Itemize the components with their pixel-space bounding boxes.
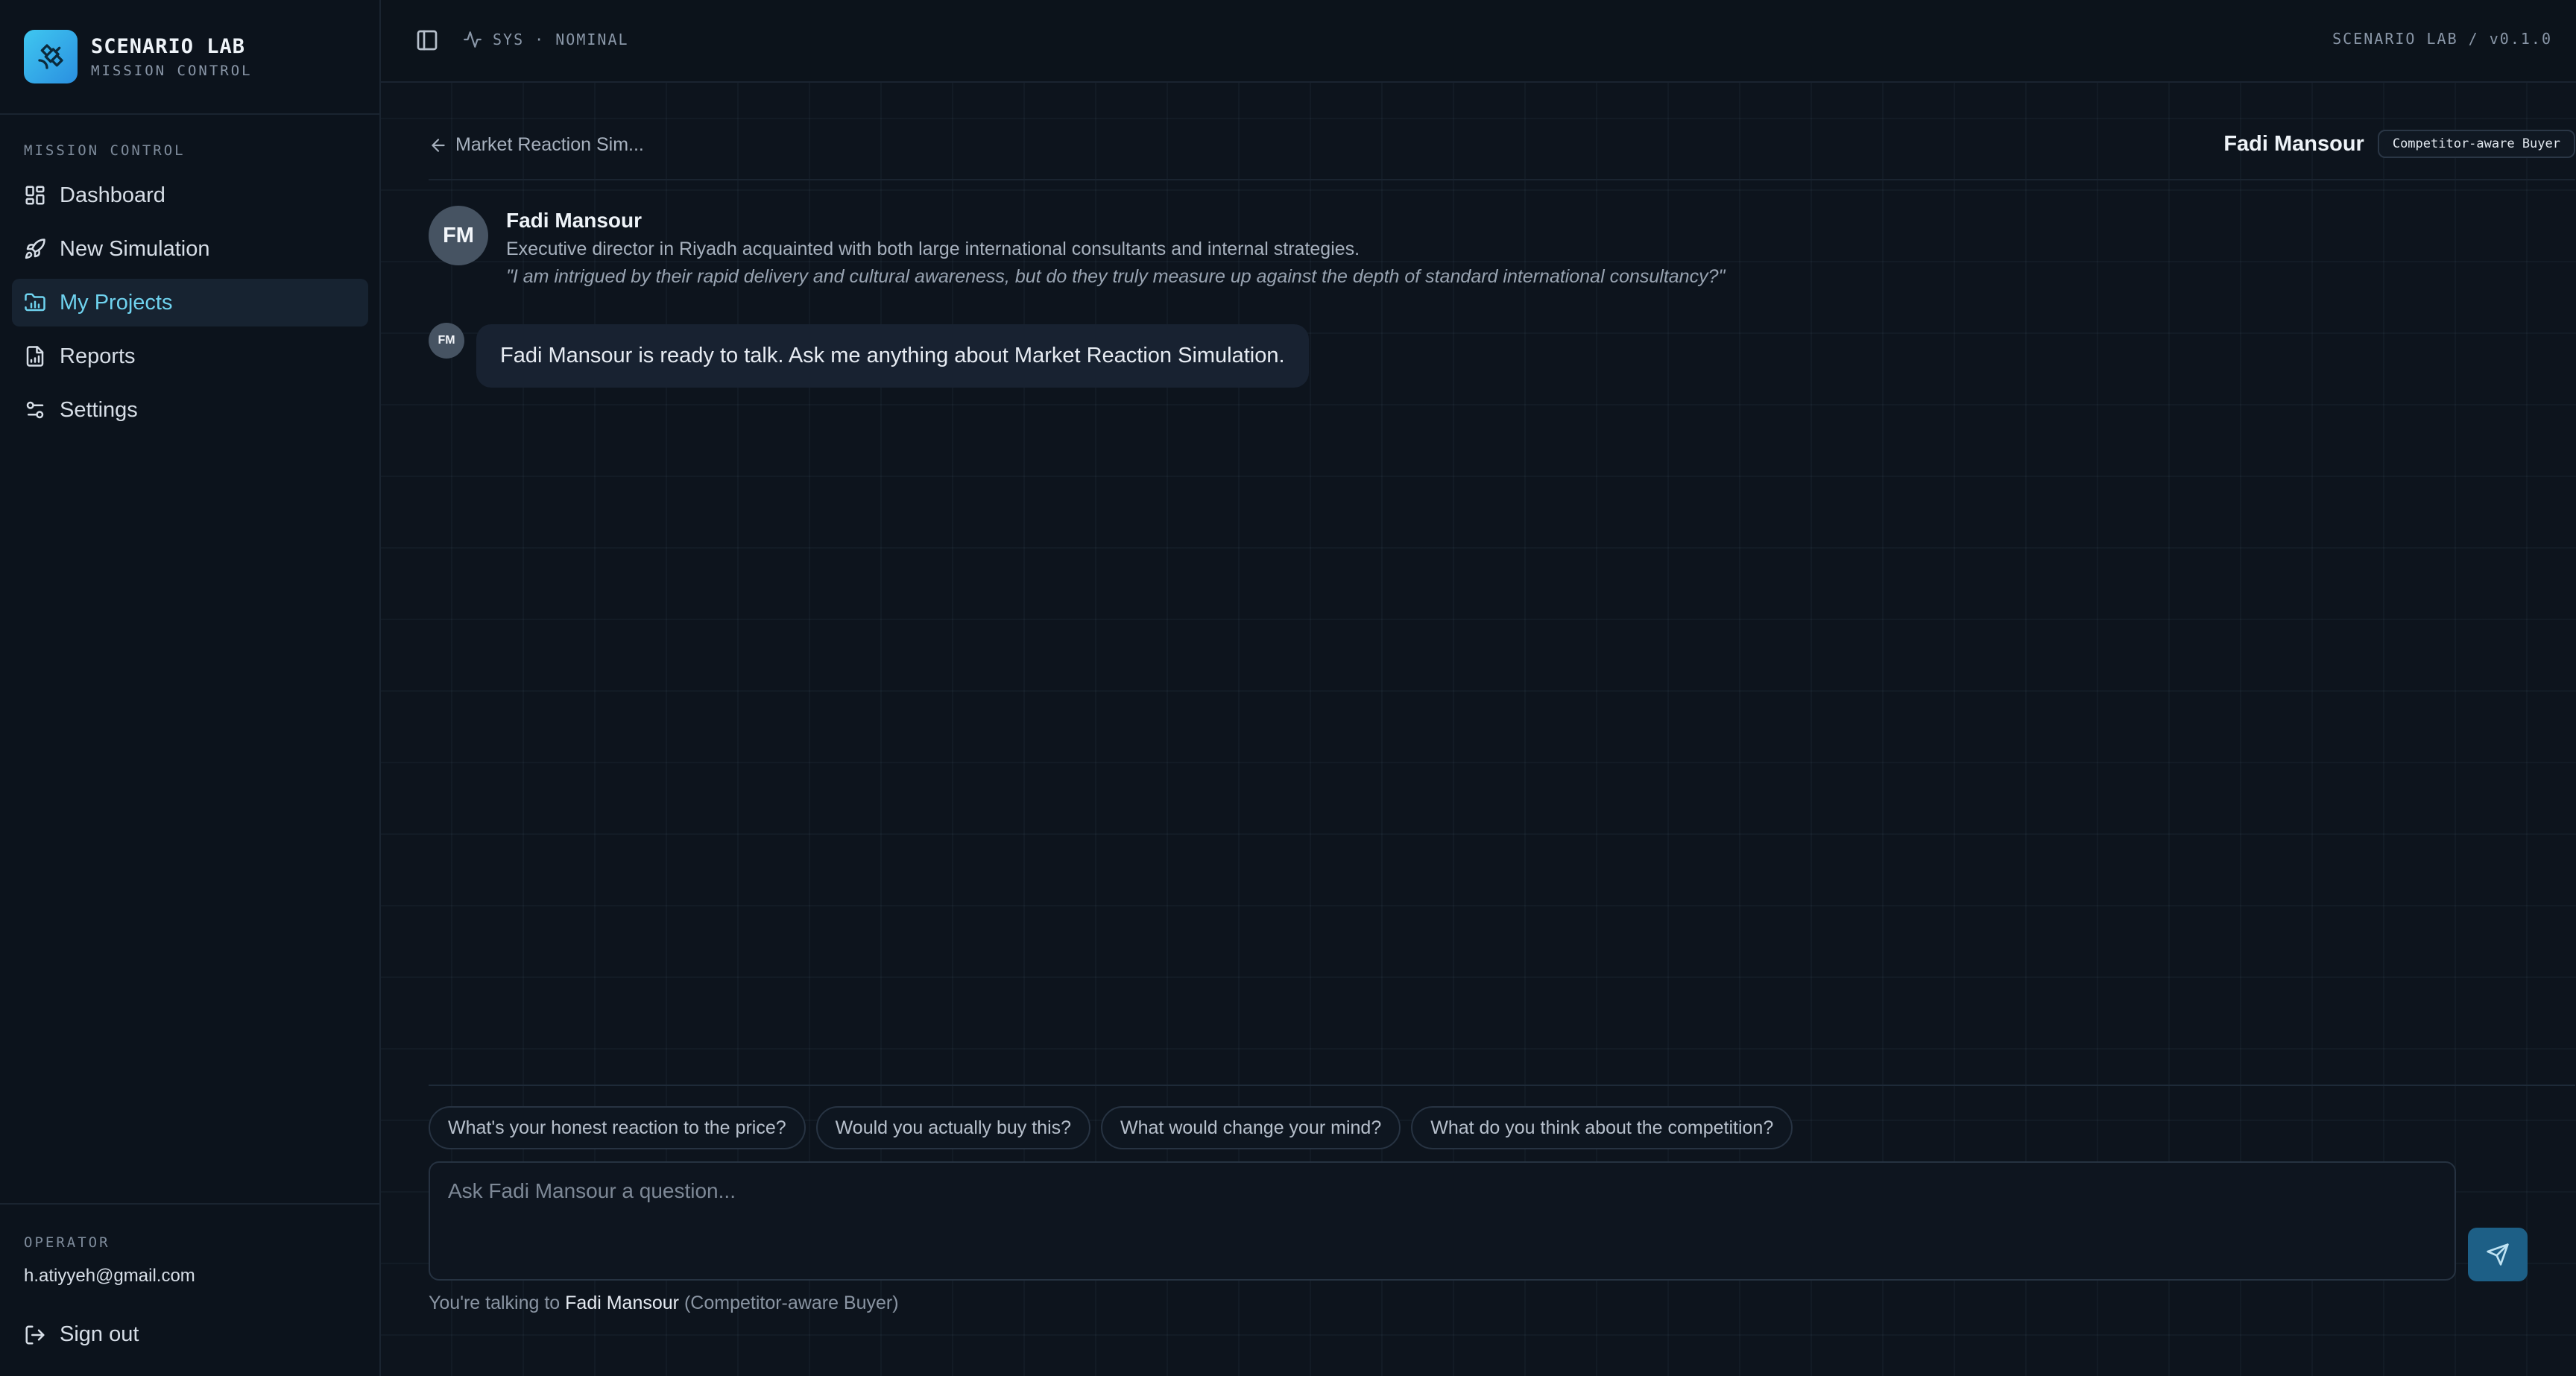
send-icon [2487,1243,2509,1266]
main-panel: SYS · NOMINAL SCENARIO LAB / v0.1.0 Mark… [381,0,2576,1376]
report-icon [26,346,44,367]
sidebar-item-label: Reports [60,344,136,368]
sign-out-button[interactable]: Sign out [24,1322,139,1347]
question-input[interactable] [429,1161,2456,1281]
brand-subtitle: MISSION CONTROL [91,62,253,79]
operator-email: h.atiyyeh@gmail.com [24,1266,195,1286]
talking-to-note: You're talking to Fadi Mansour (Competit… [429,1293,899,1314]
sidebar-item-label: Dashboard [60,183,165,207]
footnote-persona-role: (Competitor-aware Buyer) [679,1293,899,1313]
suggestion-chip[interactable]: Would you actually buy this? [815,1106,1091,1149]
operator-label: OPERATOR [24,1234,110,1251]
persona-type-badge: Competitor-aware Buyer [2377,130,2575,158]
suggestion-chip[interactable]: What do you think about the competition? [1411,1106,1793,1149]
composer-divider [429,1085,2575,1086]
brand-name: SCENARIO LAB [91,34,246,58]
sidebar-item-new-simulation[interactable]: New Simulation [12,225,368,273]
suggestion-chip[interactable]: What's your honest reaction to the price… [429,1106,806,1149]
back-to-simulation-link[interactable]: Market Reaction Sim... [429,134,644,156]
sidebar-item-settings[interactable]: Settings [12,386,368,434]
sign-out-label: Sign out [60,1322,139,1346]
suggested-questions: What's your honest reaction to the price… [429,1106,1803,1149]
footnote-prefix: You're talking to [429,1293,566,1313]
dashboard-icon [25,186,45,205]
app-root: SCENARIO LAB MISSION CONTROL MISSION CON… [0,0,2576,1376]
profile-name: Fadi Mansour [506,209,643,232]
sidebar-item-label: My Projects [60,290,173,315]
sliders-icon [26,401,44,419]
suggestion-chip[interactable]: What would change your mind? [1101,1106,1401,1149]
sidebar-nav: Dashboard New Simulation My Projects Rep… [12,171,368,440]
sidebar-item-reports[interactable]: Reports [12,332,368,380]
chat-header: Market Reaction Sim... Fadi Mansour Comp… [429,124,2575,180]
system-status-text: SYS · NOMINAL [493,31,629,48]
persona-header: Fadi Mansour Competitor-aware Buyer [2223,130,2575,158]
logout-icon [25,1325,45,1344]
message-bubble: Fadi Mansour is ready to talk. Ask me an… [476,324,1309,388]
sidebar: SCENARIO LAB MISSION CONTROL MISSION CON… [0,0,381,1376]
nav-section-heading: MISSION CONTROL [24,142,186,159]
rocket-icon [25,239,45,259]
profile-quote: "I am intrigued by their rapid delivery … [506,266,1726,287]
chat-message: FM Fadi Mansour is ready to talk. Ask me… [429,323,1309,388]
projects-icon [25,293,45,312]
send-button[interactable] [2468,1228,2528,1281]
system-status: SYS · NOMINAL [463,30,629,49]
avatar: FM [429,206,488,265]
activity-icon [464,31,482,48]
version-label: SCENARIO LAB / v0.1.0 [2332,30,2552,48]
persona-name: Fadi Mansour [2223,131,2364,156]
sidebar-item-my-projects[interactable]: My Projects [12,279,368,326]
persona-profile: FM Fadi Mansour Executive director in Ri… [429,206,1725,288]
satellite-icon [24,30,78,83]
message-avatar: FM [429,323,464,359]
back-link-label: Market Reaction Sim... [455,134,644,155]
footnote-persona-name: Fadi Mansour [565,1293,680,1313]
brand[interactable]: SCENARIO LAB MISSION CONTROL [0,0,379,115]
sidebar-item-dashboard[interactable]: Dashboard [12,171,368,219]
operator-panel: OPERATOR h.atiyyeh@gmail.com [0,1203,379,1287]
sidebar-item-label: New Simulation [60,236,210,261]
top-bar: SYS · NOMINAL SCENARIO LAB / v0.1.0 [381,0,2576,83]
arrow-left-icon [432,138,445,152]
profile-description: Executive director in Riyadh acquainted … [506,239,1360,259]
sidebar-toggle-icon[interactable] [415,28,439,52]
sidebar-item-label: Settings [60,397,138,422]
